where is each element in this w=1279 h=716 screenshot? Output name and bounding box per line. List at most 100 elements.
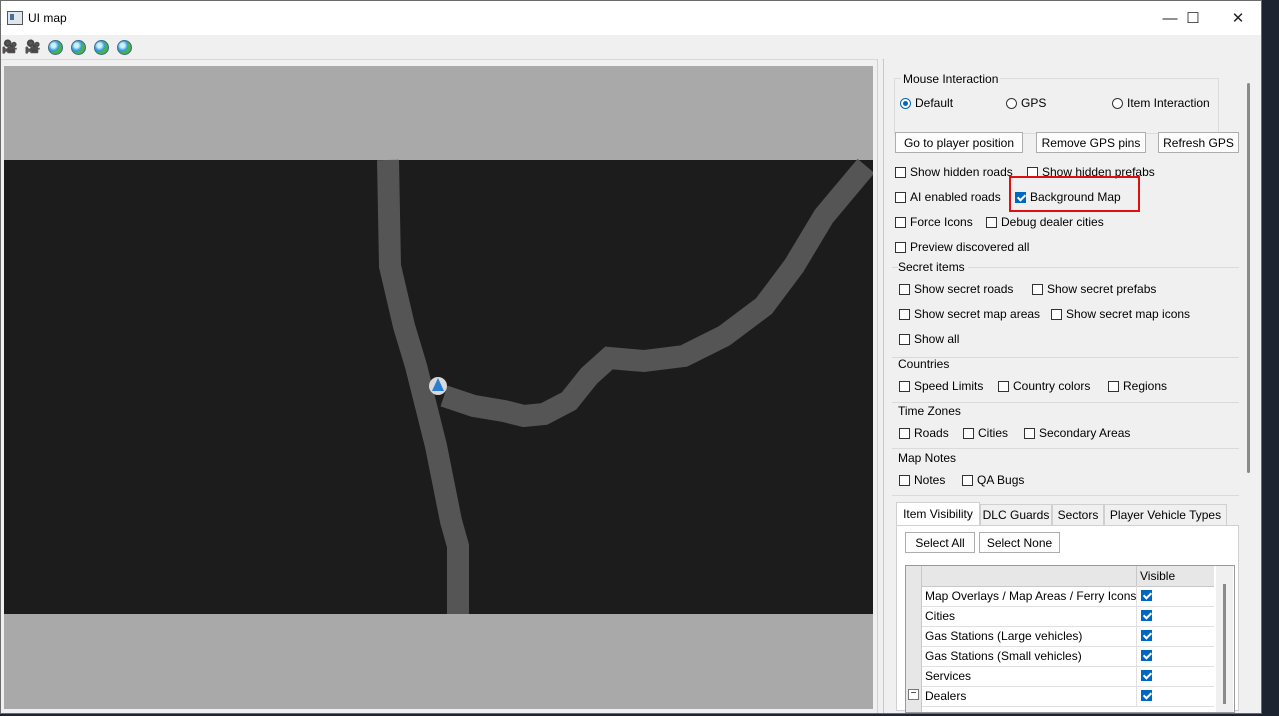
checkbox-icon: [1032, 283, 1043, 295]
radio-gps[interactable]: GPS: [1006, 96, 1046, 110]
show-secret-prefabs-checkbox[interactable]: Show secret prefabs: [1032, 282, 1156, 296]
mouse-interaction-label: Mouse Interaction: [901, 72, 1001, 86]
row-name: Gas Stations (Large vehicles): [925, 629, 1083, 643]
tab-dlc-guards[interactable]: DLC Guards: [980, 504, 1052, 525]
maximize-button[interactable]: ☐: [1170, 1, 1216, 35]
show-secret-map-icons-checkbox[interactable]: Show secret map icons: [1051, 307, 1190, 321]
camera-icon[interactable]: 🎥: [25, 39, 41, 55]
checkbox-label: Secondary Areas: [1039, 426, 1131, 440]
panel-scrollbar[interactable]: [1245, 65, 1253, 709]
camera-icon[interactable]: 🎥: [2, 39, 18, 55]
checkbox-label: AI enabled roads: [910, 190, 1001, 204]
checkbox-label: Roads: [914, 426, 949, 440]
show-all-checkbox[interactable]: Show all: [899, 332, 959, 346]
country-colors-checkbox[interactable]: Country colors: [998, 379, 1090, 393]
checkbox-checked-icon: [1141, 610, 1152, 621]
checkbox-label: Country colors: [1013, 379, 1091, 393]
checkbox-icon: [998, 380, 1009, 392]
preview-discovered-all-checkbox[interactable]: Preview discovered all: [895, 240, 1029, 254]
grid-scrollbar-thumb[interactable]: [1223, 584, 1226, 704]
checkbox-icon: [986, 216, 997, 228]
visible-cell[interactable]: [1136, 686, 1214, 706]
checkbox-checked-icon: [1141, 670, 1152, 681]
debug-dealer-cities-checkbox[interactable]: Debug dealer cities: [986, 215, 1104, 229]
checkbox-label: QA Bugs: [977, 473, 1025, 487]
checkbox-icon: [899, 474, 910, 486]
visible-column-header: Visible: [1140, 569, 1176, 583]
panel-splitter[interactable]: [877, 59, 882, 713]
regions-checkbox[interactable]: Regions: [1108, 379, 1167, 393]
checkbox-label: Notes: [914, 473, 946, 487]
checkbox-icon: [895, 241, 906, 253]
visible-cell[interactable]: [1136, 626, 1214, 646]
checkbox-checked-icon: [1141, 690, 1152, 701]
qa-bugs-checkbox[interactable]: QA Bugs: [962, 473, 1024, 487]
checkbox-icon: [899, 308, 910, 320]
app-icon: [7, 11, 23, 25]
tab-sectors[interactable]: Sectors: [1052, 504, 1104, 525]
force-icons-checkbox[interactable]: Force Icons: [895, 215, 973, 229]
remove-gps-pins-button[interactable]: Remove GPS pins: [1036, 132, 1146, 153]
table-row[interactable]: Cities: [922, 606, 1214, 627]
visible-cell[interactable]: [1136, 586, 1214, 606]
map-canvas[interactable]: [4, 66, 873, 709]
show-hidden-roads-checkbox[interactable]: Show hidden roads: [895, 165, 1013, 179]
radio-item-interaction[interactable]: Item Interaction: [1112, 96, 1210, 110]
table-row[interactable]: Gas Stations (Large vehicles): [922, 626, 1214, 647]
table-row[interactable]: Services: [922, 666, 1214, 687]
checkbox-icon: [963, 427, 974, 439]
divider: [892, 448, 1239, 449]
radio-label: GPS: [1021, 96, 1047, 110]
column-divider: [1136, 566, 1137, 586]
notes-checkbox[interactable]: Notes: [899, 473, 945, 487]
player-marker[interactable]: [429, 377, 447, 395]
tz-roads-checkbox[interactable]: Roads: [899, 426, 949, 440]
grid-header: Visible: [922, 566, 1214, 587]
radio-selected-icon: [900, 97, 911, 109]
table-row[interactable]: Map Overlays / Map Areas / Ferry Icons: [922, 586, 1214, 607]
road: [440, 158, 873, 428]
globe-icon[interactable]: [93, 39, 109, 55]
checkbox-label: Cities: [978, 426, 1009, 440]
ui-map-window: UI map — ☐ ✕ 🎥 🎥 Mouse Interaction Defau…: [0, 0, 1262, 714]
row-name: Gas Stations (Small vehicles): [925, 649, 1082, 663]
checkbox-icon: [1024, 427, 1035, 439]
speed-limits-checkbox[interactable]: Speed Limits: [899, 379, 983, 393]
globe-icon[interactable]: [70, 39, 86, 55]
refresh-gps-button[interactable]: Refresh GPS: [1158, 132, 1239, 153]
checkbox-icon: [895, 191, 906, 203]
toolbar: 🎥 🎥: [1, 35, 1261, 60]
close-button[interactable]: ✕: [1215, 1, 1261, 35]
collapse-icon[interactable]: −: [908, 689, 919, 700]
tab-player-vehicle-types[interactable]: Player Vehicle Types: [1104, 504, 1227, 525]
checkbox-label: Regions: [1123, 379, 1168, 393]
grid-scrollbar[interactable]: [1216, 566, 1233, 712]
go-to-player-position-button[interactable]: Go to player position: [895, 132, 1023, 153]
checkbox-icon: [1051, 308, 1062, 320]
select-none-button[interactable]: Select None: [979, 532, 1060, 553]
time-zones-label: Time Zones: [898, 404, 961, 418]
panel-scrollbar-thumb[interactable]: [1247, 83, 1250, 473]
tz-cities-checkbox[interactable]: Cities: [963, 426, 1008, 440]
table-row[interactable]: Gas Stations (Small vehicles): [922, 646, 1214, 667]
visible-cell[interactable]: [1136, 606, 1214, 626]
checkbox-label: Show secret map icons: [1066, 307, 1191, 321]
title-bar[interactable]: UI map — ☐ ✕: [1, 1, 1261, 35]
globe-icon[interactable]: [116, 39, 132, 55]
globe-icon[interactable]: [47, 39, 63, 55]
tab-item-visibility[interactable]: Item Visibility: [896, 502, 980, 525]
radio-default[interactable]: Default: [900, 96, 953, 110]
ai-enabled-roads-checkbox[interactable]: AI enabled roads: [895, 190, 1001, 204]
show-secret-roads-checkbox[interactable]: Show secret roads: [899, 282, 1013, 296]
checkbox-icon: [899, 427, 910, 439]
checkbox-label: Force Icons: [910, 215, 973, 229]
checkbox-label: Speed Limits: [914, 379, 984, 393]
checkbox-label: Preview discovered all: [910, 240, 1030, 254]
radio-icon: [1112, 97, 1123, 109]
visible-cell[interactable]: [1136, 646, 1214, 666]
show-secret-map-areas-checkbox[interactable]: Show secret map areas: [899, 307, 1040, 321]
table-row[interactable]: Dealers: [922, 686, 1214, 707]
tz-secondary-areas-checkbox[interactable]: Secondary Areas: [1024, 426, 1130, 440]
select-all-button[interactable]: Select All: [905, 532, 975, 553]
visible-cell[interactable]: [1136, 666, 1214, 686]
